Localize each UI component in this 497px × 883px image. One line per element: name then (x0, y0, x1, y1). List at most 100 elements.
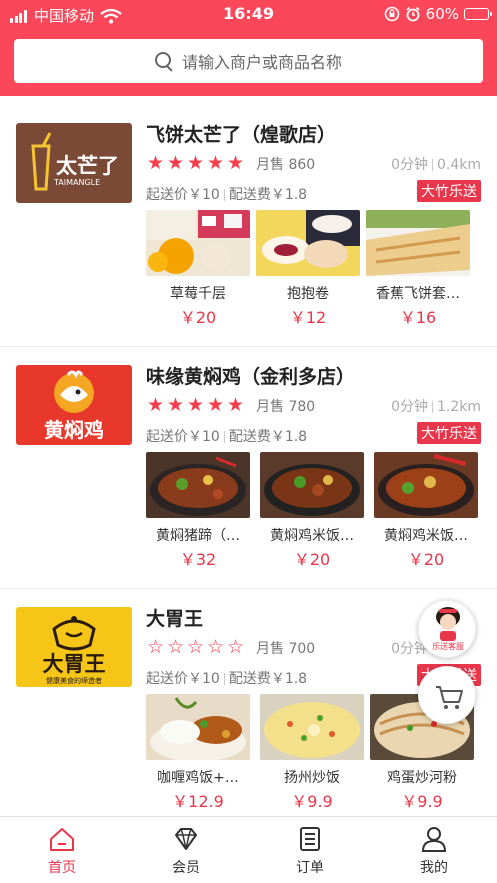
product-item[interactable]: 黄焖鸡米饭… ￥20 (260, 452, 364, 570)
fee-info: 起送价￥10 配送费￥1.8 (146, 429, 308, 445)
product-item[interactable]: 扬州炒饭 ￥9.9 (260, 694, 364, 812)
product-name: 黄焖鸡米饭… (384, 528, 468, 544)
tab-home[interactable]: 首页 (0, 817, 124, 883)
status-bar: 中国移动 16:49 60% (0, 0, 497, 30)
home-icon (50, 828, 74, 851)
customer-service-button[interactable]: 乐送客服 (418, 600, 476, 658)
star-filled-icon: ★ (227, 394, 245, 416)
product-item[interactable]: 黄焖猪蹄（… ￥32 (146, 452, 250, 570)
star-filled-icon: ★ (167, 152, 185, 174)
store-logo: 大胃王 健康美食的缔造者 (16, 607, 132, 687)
service-avatar-icon (436, 607, 460, 641)
service-label: 乐送客服 (432, 642, 464, 651)
product-name: 黄焖猪蹄（… (156, 528, 240, 544)
delivery-tag: 大竹乐送 (417, 180, 481, 202)
search-icon (154, 52, 173, 70)
star-empty-icon: ☆ (187, 636, 205, 658)
star-filled-icon: ★ (187, 394, 205, 416)
tab-profile[interactable]: 我的 (372, 817, 496, 883)
svg-text:健康美食的缔造者: 健康美食的缔造者 (46, 676, 102, 685)
product-item[interactable]: 咖喱鸡饭+… ￥12.9 (146, 694, 250, 812)
svg-text:太芒了: 太芒了 (56, 154, 119, 178)
alarm-icon (406, 6, 420, 22)
star-filled-icon: ★ (187, 152, 205, 174)
product-price: ￥9.9 (291, 792, 333, 811)
cart-icon (436, 686, 463, 709)
rating-stars: ★ ★ ★ ★ ★ (147, 152, 247, 174)
product-image (366, 210, 470, 276)
monthly-sales: 月售 780 (256, 399, 316, 415)
product-item[interactable]: 草莓千层 ￥20 (146, 210, 250, 328)
tab-label: 会员 (172, 860, 200, 876)
status-right: 60% (384, 5, 492, 23)
tab-label: 订单 (296, 860, 324, 876)
star-filled-icon: ★ (167, 394, 185, 416)
product-price: ￥20 (179, 308, 217, 327)
tab-membership[interactable]: 会员 (124, 817, 248, 883)
delivery-info: 0分钟 1.2km (391, 399, 481, 415)
battery-percent: 60% (425, 5, 459, 23)
user-icon (421, 827, 447, 852)
store-logo: 黄焖鸡 (16, 365, 132, 445)
store-card[interactable]: 黄焖鸡 味缘黄焖鸡（金利多店） ★ ★ ★ ★ ★ 月售 780 0分钟 1.2km 起送… (0, 338, 497, 569)
tab-orders[interactable]: 订单 (248, 817, 372, 883)
tab-label: 我的 (420, 860, 448, 876)
fee-info: 起送价￥10 配送费￥1.8 (146, 187, 308, 203)
product-item[interactable]: 香蕉飞饼套… ￥16 (366, 210, 470, 328)
product-name: 扬州炒饭 (284, 770, 340, 786)
product-item[interactable]: 黄焖鸡米饭… ￥20 (374, 452, 478, 570)
star-empty-icon: ☆ (207, 636, 225, 658)
star-empty-icon: ☆ (147, 636, 165, 658)
product-name: 草莓千层 (170, 286, 226, 302)
product-image (260, 452, 364, 518)
store-name[interactable]: 大胃王 (146, 604, 203, 631)
tab-bar: 首页 会员 订单 我的 (0, 816, 497, 883)
product-list: 草莓千层 ￥20 抱抱卷 ￥12 香蕉飞饼套… ￥16 (146, 210, 486, 327)
monthly-sales: 月售 700 (256, 641, 316, 657)
star-filled-icon: ★ (207, 394, 225, 416)
delivery-tag: 大竹乐送 (417, 422, 481, 444)
search-input[interactable]: 请输入商户或商品名称 (14, 39, 483, 83)
star-empty-icon: ☆ (227, 636, 245, 658)
rating-stars: ★ ★ ★ ★ ★ (147, 394, 247, 416)
delivery-info: 0分钟 0.4km (391, 157, 481, 173)
product-name: 抱抱卷 (287, 286, 329, 302)
product-image (260, 694, 364, 760)
product-price: ￥16 (399, 308, 437, 327)
search-placeholder: 请输入商户或商品名称 (181, 53, 342, 72)
product-name: 黄焖鸡米饭… (270, 528, 354, 544)
header: 请输入商户或商品名称 (0, 30, 497, 96)
product-image (146, 452, 250, 518)
product-image (256, 210, 360, 276)
product-list: 黄焖猪蹄（… ￥32 黄焖鸡米饭… ￥20 黄焖鸡米饭… ￥20 (146, 452, 486, 569)
product-price: ￥20 (293, 550, 331, 569)
star-filled-icon: ★ (207, 152, 225, 174)
store-card[interactable]: 太芒了 TAIMANGLE 飞饼太芒了（煌歌店） ★ ★ ★ ★ ★ 月售 860 0分… (0, 96, 497, 327)
product-name: 咖喱鸡饭+… (157, 770, 239, 786)
product-image (374, 452, 478, 518)
star-filled-icon: ★ (147, 152, 165, 174)
orientation-lock-icon (384, 6, 399, 22)
svg-text:黄焖鸡: 黄焖鸡 (44, 418, 104, 442)
star-empty-icon: ☆ (167, 636, 185, 658)
product-price: ￥20 (407, 550, 445, 569)
fee-info: 起送价￥10 配送费￥1.8 (146, 671, 308, 687)
product-price: ￥32 (179, 550, 217, 569)
order-icon (300, 827, 320, 851)
product-price: ￥12 (289, 308, 327, 327)
rating-stars: ☆ ☆ ☆ ☆ ☆ (147, 636, 247, 658)
product-name: 香蕉飞饼套… (376, 286, 460, 302)
store-logo: 太芒了 TAIMANGLE (16, 123, 132, 203)
product-price: ￥9.9 (401, 792, 443, 811)
monthly-sales: 月售 860 (256, 157, 316, 173)
cart-button[interactable] (418, 666, 476, 724)
store-name[interactable]: 飞饼太芒了（煌歌店） (146, 120, 336, 147)
product-item[interactable]: 抱抱卷 ￥12 (256, 210, 360, 328)
battery-icon (464, 8, 492, 20)
star-filled-icon: ★ (227, 152, 245, 174)
svg-text:TAIMANGLE: TAIMANGLE (53, 178, 100, 187)
store-name[interactable]: 味缘黄焖鸡（金利多店） (146, 362, 355, 389)
product-image (146, 694, 250, 760)
product-price: ￥12.9 (172, 792, 224, 811)
product-image (146, 210, 250, 276)
